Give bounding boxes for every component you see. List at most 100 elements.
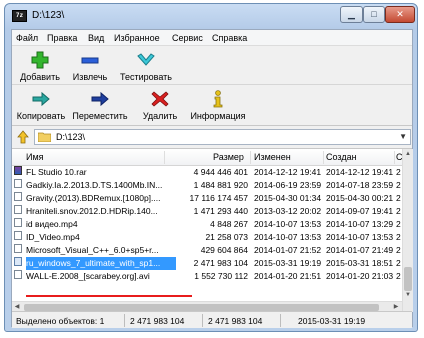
menu-bar: Файл Правка Вид Избранное Сервис Справка [12,30,412,46]
file-created: 2015-04-30 00:21 [326,193,394,203]
delete-label: Удалить [142,111,178,121]
status-date: 2015-03-31 19:19 [298,316,366,326]
column-modified[interactable]: Изменен [254,152,291,162]
app-window: 7z D:\123\ ▁ □ ✕ Файл Правка Вид Избранн… [4,3,418,332]
file-icon [14,179,22,188]
copy-button[interactable]: Копировать [16,89,66,121]
window-title: D:\123\ [32,10,65,21]
file-name: ID_Video.mp4 [26,232,80,242]
chevron-down-icon[interactable]: ▼ [399,132,407,141]
file-created: 2014-01-20 21:03 [326,271,394,281]
file-created: 2014-10-07 13:29 [326,219,394,229]
address-bar: D:\123\ ▼ [12,127,412,147]
file-created: 2014-01-07 21:49 [326,245,394,255]
file-name: Gravity.(2013).BDRemux.[1080p].... [26,193,161,203]
add-button[interactable]: Добавить [18,50,62,82]
scroll-up-icon[interactable]: ▲ [403,149,413,159]
file-row[interactable]: ID_Video.mp4 21 258 073 2014-10-07 13:53… [12,231,402,244]
file-modified: 2014-01-07 21:52 [254,245,322,255]
plus-icon [31,51,49,69]
list-header: Имя Размер Изменен Создан C [12,149,403,166]
file-created: 2014-12-12 19:41 [326,167,394,177]
vertical-scrollbar[interactable]: ▲ ▼ [402,149,413,312]
folder-icon [38,132,51,142]
status-divider [124,314,125,327]
delete-button[interactable]: Удалить [138,89,182,121]
test-label: Тестировать [120,72,172,82]
file-row[interactable]: Microsoft_Visual_C++_6.0+sp5+r... 429 60… [12,244,402,257]
extract-label: Извлечь [72,72,108,82]
menu-help[interactable]: Справка [212,33,247,43]
file-row[interactable]: WALL-E.2008_[scarabey.org].avi 1 552 730… [12,270,402,283]
status-packed-size: 2 471 983 104 [208,316,263,326]
file-size: 1 552 730 112 [194,271,248,281]
file-size: 17 116 174 457 [189,193,248,203]
file-row[interactable]: FL Studio 10.rar 4 944 446 401 2014-12-1… [12,166,402,179]
toolbar-primary: Добавить Извлечь Тестировать [12,47,412,85]
column-divider[interactable] [394,151,395,164]
info-button[interactable]: Информация [188,89,248,121]
disc-image-icon [14,257,22,266]
file-row-selected[interactable]: ru_windows_7_ultimate_with_sp1... 2 471 … [12,257,402,270]
file-list: Имя Размер Изменен Создан C FL Studio 10… [12,148,413,312]
delete-x-icon [151,91,169,107]
file-row[interactable]: id видео.mp4 4 848 267 2014-10-07 13:53 … [12,218,402,231]
file-name: Microsoft_Visual_C++_6.0+sp5+r... [26,245,159,255]
info-icon [213,90,223,108]
column-divider[interactable] [250,151,251,164]
red-annotation-underline [26,295,192,297]
file-name: FL Studio 10.rar [26,167,87,177]
menu-tools[interactable]: Сервис [172,33,203,43]
file-row[interactable]: Gravity.(2013).BDRemux.[1080p].... 17 11… [12,192,402,205]
file-size: 4 944 446 401 [193,167,248,177]
scroll-thumb[interactable] [24,304,379,311]
column-created[interactable]: Создан [326,152,357,162]
file-modified: 2015-03-31 19:19 [254,258,322,268]
file-name: id видео.mp4 [26,219,78,229]
copy-arrow-icon [32,91,50,107]
file-modified: 2014-12-12 19:41 [254,167,322,177]
file-modified: 2015-04-30 01:34 [254,193,322,203]
extract-button[interactable]: Извлечь [68,50,112,82]
menu-favorites[interactable]: Избранное [114,33,160,43]
file-row[interactable]: Hraniteli.snov.2012.D.HDRip.140... 1 471… [12,205,402,218]
column-size[interactable]: Размер [213,152,244,162]
scroll-down-icon[interactable]: ▼ [403,290,413,300]
client-area: Файл Правка Вид Избранное Сервис Справка… [11,29,413,328]
path-input[interactable]: D:\123\ ▼ [34,129,411,145]
file-row[interactable]: Gadkiy.Ia.2.2013.D.TS.1400Mb.IN... 1 484… [12,179,402,192]
file-modified: 2014-10-07 13:53 [254,219,322,229]
status-divider [280,314,281,327]
file-icon [14,218,22,227]
minimize-button[interactable]: ▁ [340,6,363,23]
file-created: 2014-09-07 19:41 [326,206,394,216]
test-button[interactable]: Тестировать [116,50,176,82]
column-divider[interactable] [323,151,324,164]
menu-file[interactable]: Файл [16,33,38,43]
file-modified: 2013-03-12 20:02 [254,206,322,216]
column-name[interactable]: Имя [26,152,44,162]
toolbar-secondary: Копировать Переместить Удалить Информаци… [12,86,412,126]
check-icon [137,53,155,66]
close-button[interactable]: ✕ [385,6,415,23]
file-size: 429 604 864 [200,245,248,255]
file-modified: 2014-01-20 21:51 [254,271,322,281]
menu-view[interactable]: Вид [88,33,104,43]
file-icon [14,192,22,201]
maximize-button[interactable]: □ [363,6,385,23]
file-size: 1 471 293 440 [193,206,248,216]
file-name: Hraniteli.snov.2012.D.HDRip.140... [26,206,158,216]
folder-up-icon[interactable] [15,129,31,145]
file-size: 21 258 073 [205,232,248,242]
file-icon [14,205,22,214]
path-text: D:\123\ [56,132,86,142]
scroll-thumb[interactable] [404,267,412,291]
file-name: Gadkiy.Ia.2.2013.D.TS.1400Mb.IN... [26,180,163,190]
title-bar[interactable]: 7z D:\123\ ▁ □ ✕ [5,4,417,29]
menu-edit[interactable]: Правка [47,33,77,43]
rar-file-icon [14,166,22,175]
copy-label: Копировать [16,111,66,121]
minus-icon [81,57,99,64]
column-divider[interactable] [164,151,165,164]
move-button[interactable]: Переместить [70,89,130,121]
